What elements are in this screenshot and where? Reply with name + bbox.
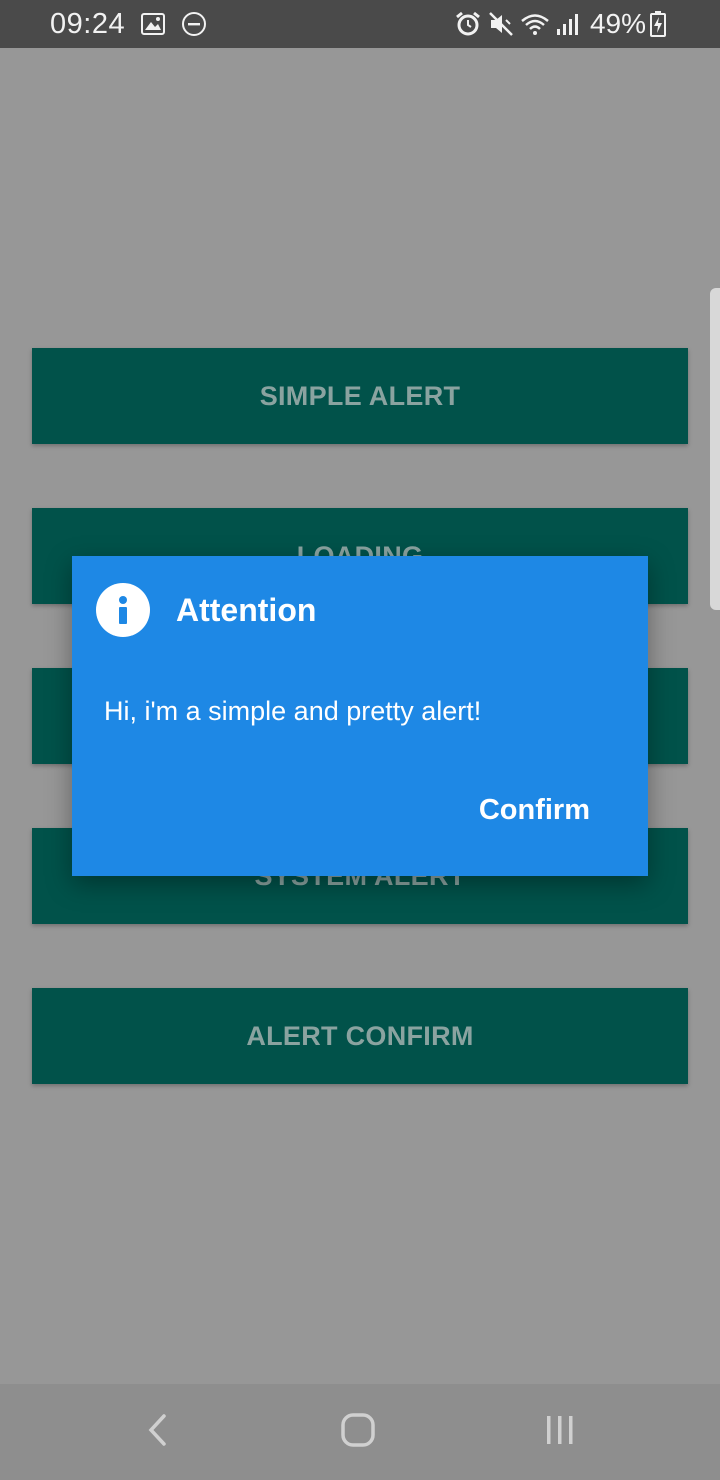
battery-icon bbox=[650, 11, 666, 37]
home-button[interactable] bbox=[298, 1384, 418, 1480]
dialog-message: Hi, i'm a simple and pretty alert! bbox=[104, 696, 482, 726]
dnd-icon bbox=[181, 11, 207, 37]
image-icon bbox=[141, 13, 166, 35]
recents-button[interactable] bbox=[500, 1384, 620, 1480]
dialog-title: Attention bbox=[176, 591, 317, 628]
home-icon bbox=[340, 1412, 376, 1453]
edge-panel-handle[interactable] bbox=[710, 288, 720, 610]
status-bar: 09:24 49% bbox=[0, 0, 720, 48]
alert-confirm-button[interactable]: ALERT CONFIRM bbox=[32, 988, 688, 1084]
simple-alert-button[interactable]: SIMPLE ALERT bbox=[32, 348, 688, 444]
alert-dialog: Attention Hi, i'm a simple and pretty al… bbox=[72, 556, 648, 876]
back-button[interactable] bbox=[97, 1384, 217, 1480]
mute-icon bbox=[488, 11, 514, 37]
nav-bar bbox=[0, 1384, 720, 1480]
alarm-icon bbox=[454, 11, 482, 37]
info-icon bbox=[96, 583, 150, 637]
status-time: 09:24 bbox=[50, 7, 126, 40]
confirm-button[interactable]: Confirm bbox=[479, 794, 590, 827]
recents-icon bbox=[544, 1414, 576, 1451]
dialog-header: Attention bbox=[96, 582, 316, 638]
status-left: 09:24 bbox=[50, 8, 207, 41]
signal-icon bbox=[556, 12, 580, 36]
wifi-icon bbox=[520, 12, 550, 36]
battery-percent: 49% bbox=[589, 8, 646, 39]
back-icon bbox=[146, 1413, 168, 1452]
status-right: 49% bbox=[454, 8, 672, 40]
